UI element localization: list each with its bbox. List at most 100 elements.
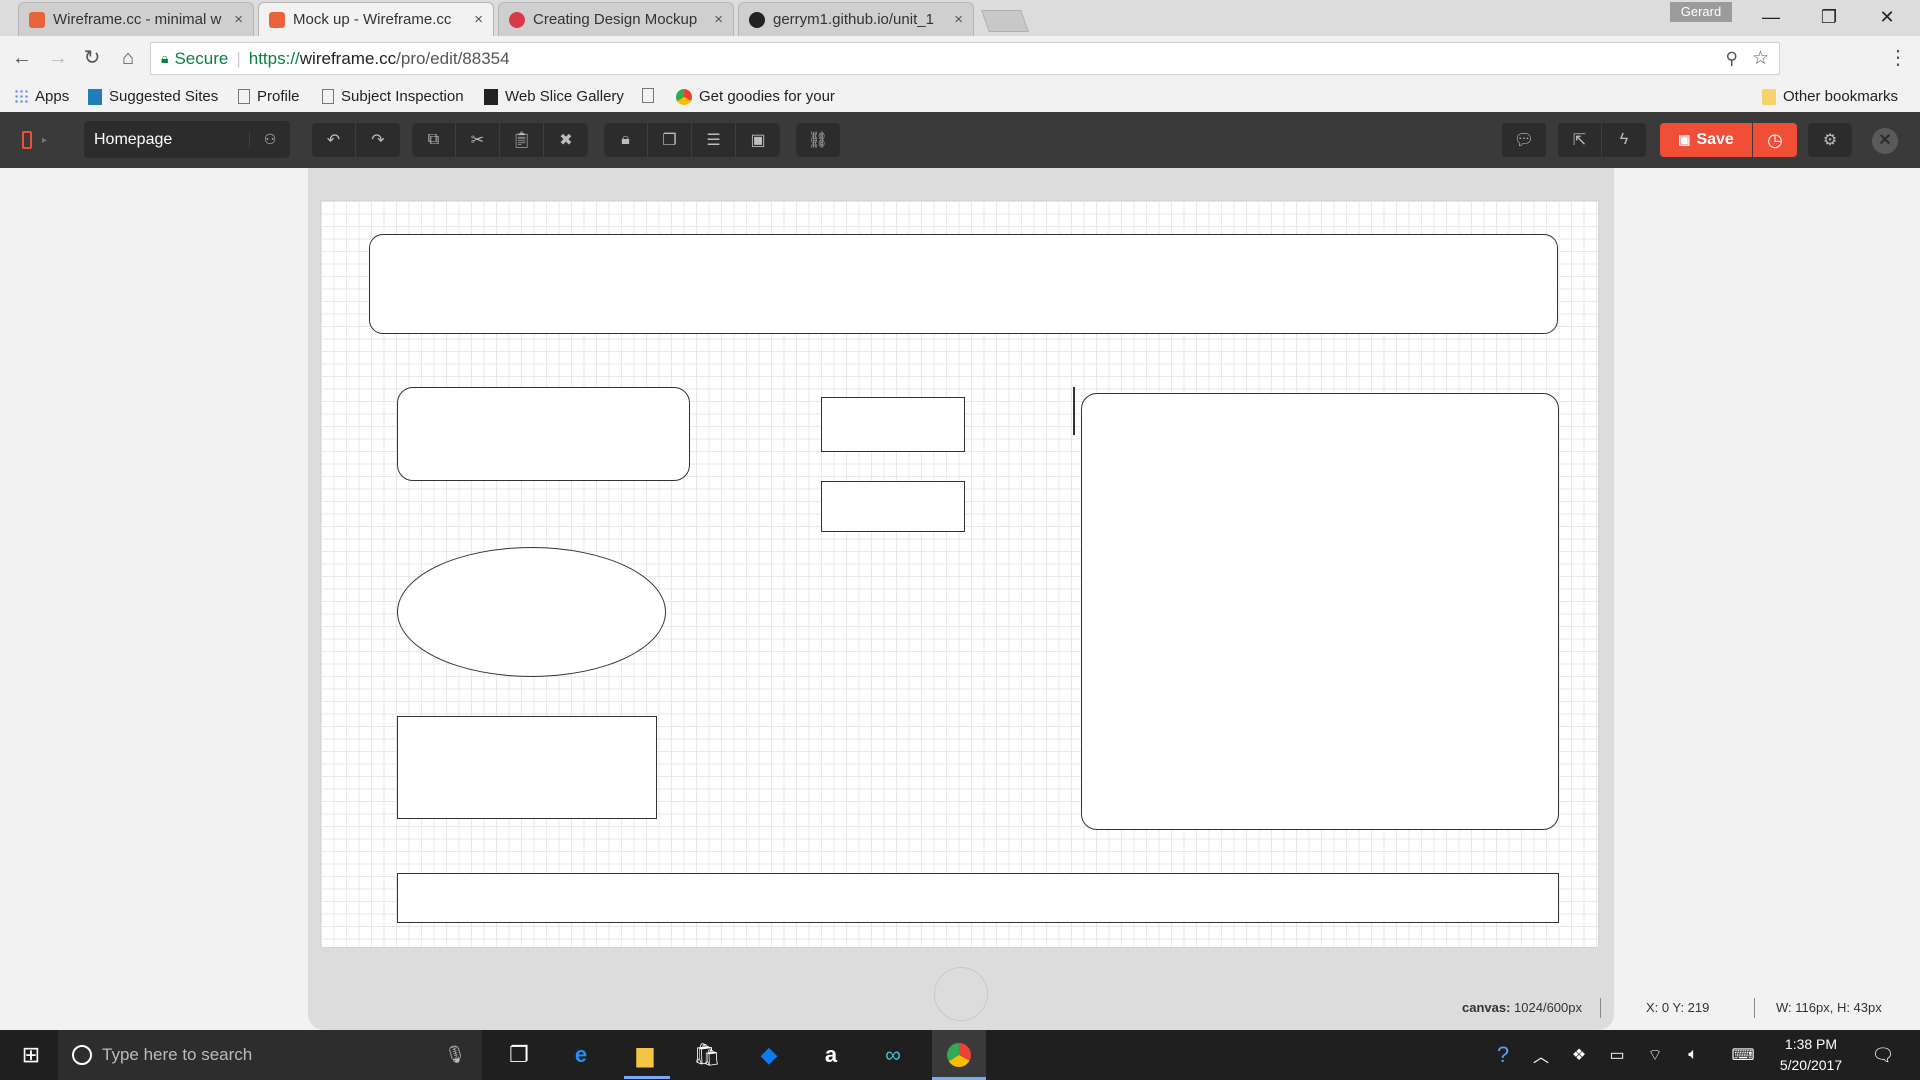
status-divider xyxy=(1754,998,1755,1018)
forward-icon[interactable]: → xyxy=(44,44,72,72)
group-icon[interactable]: ▣ xyxy=(736,123,780,157)
github-favicon-icon xyxy=(749,11,765,28)
lock-icon[interactable]: 🔒︎ xyxy=(604,123,648,157)
windows-start-icon[interactable]: ⊞ xyxy=(8,1036,54,1074)
clock[interactable]: 1:38 PM 5/20/2017 xyxy=(1766,1034,1856,1076)
paste-icon[interactable]: 📋︎ xyxy=(500,123,544,157)
web-slice-icon xyxy=(484,88,498,105)
bookmark-star-icon[interactable]: ☆ xyxy=(1752,47,1769,70)
reload-icon[interactable]: ↻ xyxy=(78,44,106,72)
footer-bar-shape[interactable] xyxy=(397,873,1559,923)
bookmark-label: Web Slice Gallery xyxy=(505,88,624,105)
store-icon[interactable]: 🛍︎ xyxy=(684,1036,730,1074)
small-rect-shape[interactable] xyxy=(821,481,965,532)
content-panel-shape[interactable] xyxy=(1081,393,1559,830)
bookmark-apps[interactable]: Apps xyxy=(14,88,69,105)
rounded-box-shape[interactable] xyxy=(397,387,690,481)
search-box[interactable]: Type here to search 🎙︎ xyxy=(58,1030,482,1080)
tab-close-icon[interactable]: × xyxy=(474,11,483,28)
amazon-icon[interactable]: a xyxy=(808,1036,854,1074)
sitemap-icon[interactable]: ⚇ xyxy=(249,131,290,148)
browser-tab[interactable]: Creating Design Mockup × xyxy=(498,2,734,36)
small-rect-shape[interactable] xyxy=(821,397,965,452)
link-icon[interactable]: ⛓ xyxy=(796,123,840,157)
arduino-icon[interactable]: ∞ xyxy=(870,1036,916,1074)
lock-icon: 🔒︎ xyxy=(161,50,169,66)
bing-icon xyxy=(88,88,102,105)
bookmark-page-icon[interactable] xyxy=(642,88,661,103)
canvas-value: 1024/600px xyxy=(1514,1000,1582,1015)
bookmark-suggested-sites[interactable]: Suggested Sites xyxy=(88,88,218,105)
tab-close-icon[interactable]: × xyxy=(714,11,723,28)
new-tab-button[interactable] xyxy=(980,10,1030,32)
bookmark-subject-inspection[interactable]: Subject Inspection xyxy=(322,88,464,105)
clipboard-group: ⧉ ✂ 📋︎ ✖ xyxy=(412,123,588,157)
microphone-icon[interactable]: 🎙︎ xyxy=(444,1045,466,1065)
caret-right-icon: ▸ xyxy=(42,134,48,146)
tab-close-icon[interactable]: × xyxy=(234,11,243,28)
home-icon[interactable]: ⌂ xyxy=(114,44,142,72)
back-icon[interactable]: ← xyxy=(8,44,36,72)
close-icon[interactable]: ✕ xyxy=(1872,128,1898,154)
minimize-button[interactable]: — xyxy=(1742,0,1800,34)
align-icon[interactable]: ☰ xyxy=(692,123,736,157)
profile-badge[interactable]: Gerard xyxy=(1670,2,1732,22)
ellipse-shape[interactable] xyxy=(397,547,666,677)
browser-tab[interactable]: Wireframe.cc - minimal w × xyxy=(18,2,254,36)
url-host: wireframe.cc xyxy=(299,48,397,68)
file-explorer-icon[interactable]: ▆ xyxy=(622,1036,668,1074)
edge-icon[interactable]: e xyxy=(558,1036,604,1074)
restore-button[interactable]: ❐ xyxy=(1800,0,1858,34)
bookmark-profile[interactable]: Profile xyxy=(238,88,300,105)
settings-icon[interactable]: ⚙ xyxy=(1808,123,1852,157)
undo-icon[interactable]: ↶ xyxy=(312,123,356,157)
address-bar[interactable]: 🔒︎ Secure | https:// wireframe.cc /pro/e… xyxy=(150,42,1780,75)
history-icon[interactable]: ◷ xyxy=(1753,123,1797,157)
tab-title: Mock up - Wireframe.cc xyxy=(293,11,452,28)
page-icon xyxy=(642,88,654,103)
bookmark-web-slice-gallery[interactable]: Web Slice Gallery xyxy=(484,88,624,105)
save-button[interactable]: ▣ Save xyxy=(1660,123,1752,157)
menu-icon[interactable]: ⋮ xyxy=(1884,44,1912,72)
secure-label: Secure xyxy=(174,48,229,68)
keyboard-icon[interactable]: ⌨ xyxy=(1720,1036,1766,1074)
copy-icon[interactable]: ⧉ xyxy=(412,123,456,157)
bookmark-label: Apps xyxy=(35,88,70,105)
cut-icon[interactable]: ✂ xyxy=(456,123,500,157)
comment-icon[interactable]: 💬︎ xyxy=(1502,123,1546,157)
task-view-icon[interactable]: ❐ xyxy=(496,1036,542,1074)
bookmark-get-goodies[interactable]: Get goodies for your xyxy=(676,88,842,105)
bookmark-other-bookmarks[interactable]: Other bookmarks xyxy=(1762,88,1898,105)
text-cursor xyxy=(1073,387,1075,435)
browser-tab[interactable]: gerrym1.github.io/unit_1 × xyxy=(738,2,974,36)
tab-title: Wireframe.cc - minimal w xyxy=(53,11,222,28)
url-scheme: https:// xyxy=(248,48,300,68)
page-selector[interactable]: Homepage ⚇ xyxy=(84,121,290,158)
dropbox-icon[interactable]: ◆ xyxy=(746,1036,792,1074)
chrome-taskbar-button[interactable] xyxy=(932,1030,986,1080)
ga-favicon-icon xyxy=(509,11,525,28)
export-icon[interactable]: ⇱ xyxy=(1558,123,1602,157)
flash-icon[interactable]: ϟ xyxy=(1602,123,1646,157)
home-button-shape xyxy=(934,967,988,1021)
folder-icon xyxy=(1762,88,1776,105)
delete-icon[interactable]: ✖ xyxy=(544,123,588,157)
browser-tab-active[interactable]: Mock up - Wireframe.cc × xyxy=(258,2,494,36)
volume-icon[interactable]: 🔈︎ xyxy=(1670,1036,1716,1074)
wireframe-canvas[interactable] xyxy=(320,200,1599,948)
bookmark-label: Subject Inspection xyxy=(341,88,464,105)
window-close-button[interactable]: ✕ xyxy=(1858,0,1916,34)
rect-shape[interactable] xyxy=(397,716,657,819)
device-selector[interactable]: ▸ xyxy=(22,126,76,154)
arrange-group: 🔒︎ ❐ ☰ ▣ xyxy=(604,123,780,157)
redo-icon[interactable]: ↷ xyxy=(356,123,400,157)
arrange-icon[interactable]: ❐ xyxy=(648,123,692,157)
header-box-shape[interactable] xyxy=(369,234,1558,334)
notifications-icon[interactable]: 🗨︎ xyxy=(1860,1036,1906,1074)
chrome-icon xyxy=(676,88,692,105)
share-group: ⇱ ϟ xyxy=(1558,123,1646,157)
tab-close-icon[interactable]: × xyxy=(954,11,963,28)
bookmark-label: Get goodies for your xyxy=(699,88,835,105)
apps-grid-icon xyxy=(14,88,28,105)
extension-icon[interactable]: ⚲ xyxy=(1726,49,1738,69)
